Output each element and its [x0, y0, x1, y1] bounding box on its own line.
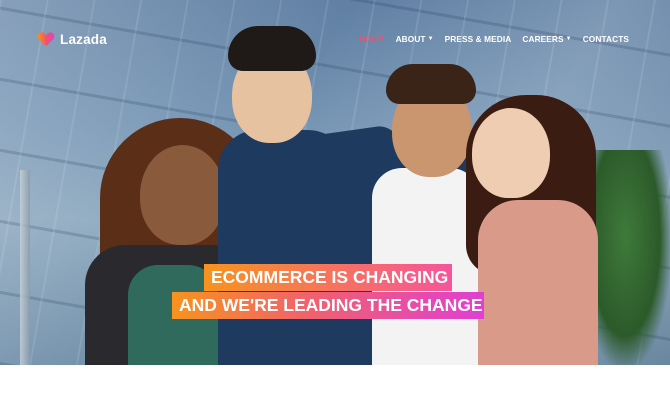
- heart-logo-icon: [37, 32, 55, 47]
- nav-item-contacts[interactable]: CONTACTS: [583, 34, 629, 44]
- caret-down-icon: ▼: [427, 36, 434, 42]
- headline-line-1: ECOMMERCE IS CHANGING: [204, 264, 452, 291]
- content-area-below-hero: [0, 365, 670, 403]
- nav-item-careers[interactable]: CAREERS ▼: [522, 34, 571, 44]
- nav-item-label: CAREERS: [522, 34, 564, 44]
- nav-item-about[interactable]: ABOUT ▼: [396, 34, 434, 44]
- nav-item-label: CONTACTS: [582, 34, 629, 44]
- caret-down-icon: ▼: [565, 36, 572, 42]
- main-navigation: HOME ABOUT ▼ PRESS & MEDIA CAREERS ▼ CON…: [359, 32, 629, 46]
- nav-item-label: ABOUT: [395, 34, 426, 44]
- brand-logo[interactable]: Lazada: [37, 30, 107, 48]
- nav-item-home[interactable]: HOME: [359, 34, 384, 44]
- hero-banner: Lazada HOME ABOUT ▼ PRESS & MEDIA CAREER…: [0, 0, 670, 365]
- nav-item-label: PRESS & MEDIA: [444, 34, 512, 44]
- hero-headline: ECOMMERCE IS CHANGING AND WE'RE LEADING …: [0, 264, 670, 324]
- nav-item-press-media[interactable]: PRESS & MEDIA: [445, 34, 512, 44]
- brand-name: Lazada: [60, 31, 107, 47]
- nav-item-label: HOME: [359, 34, 385, 44]
- headline-line-2: AND WE'RE LEADING THE CHANGE: [172, 292, 484, 319]
